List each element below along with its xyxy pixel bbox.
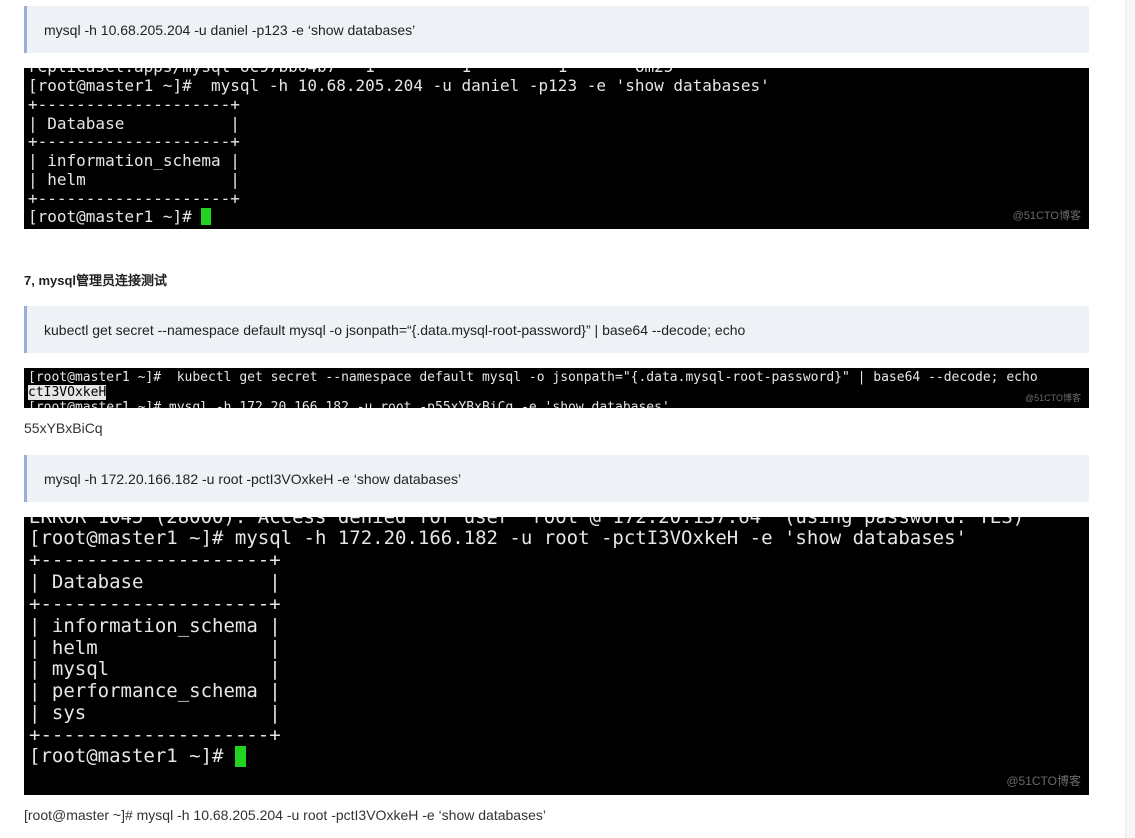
section-heading: 7, mysql管理员连接测试: [24, 273, 168, 288]
code-quote-daniel: mysql -h 10.68.205.204 -u daniel -p123 -…: [24, 6, 1089, 53]
terminal-line: | information_schema |: [29, 614, 281, 637]
terminal-line: | sys |: [29, 702, 281, 725]
terminal-prompt-line: [root@master1 ~]#: [28, 207, 212, 227]
terminal-screenshot-root: ERROR 1045 (28000): Access denied for us…: [24, 517, 1089, 795]
watermark: @51CTO博客: [1025, 393, 1081, 403]
terminal-line: +--------------------+: [28, 132, 240, 152]
terminal-output: [root@master1 ~]# mysql -h 172.20.166.18…: [29, 527, 967, 747]
terminal-line: | mysql |: [29, 658, 281, 681]
terminal-line: +--------------------+: [29, 724, 281, 747]
code-quote-root: mysql -h 172.20.166.182 -u root -pctI3VO…: [24, 455, 1089, 502]
watermark: @51CTO博客: [1012, 210, 1081, 222]
bottom-command-text: [root@master ~]# mysql -h 10.68.205.204 …: [24, 807, 546, 823]
terminal-line: +--------------------+: [28, 94, 240, 114]
terminal-prompt: [root@master1 ~]#: [28, 207, 202, 226]
terminal-prompt-line: [root@master1 ~]#: [29, 745, 246, 768]
terminal-line: +--------------------+: [29, 548, 281, 571]
terminal-output: [root@master1 ~]# mysql -h 10.68.205.204…: [28, 76, 770, 209]
terminal-output-line: ctI3VOxkeH: [28, 385, 107, 400]
terminal-command-line: [root@master1 ~]# kubectl get secret --n…: [28, 370, 1038, 385]
terminal-line: | performance_schema |: [29, 680, 281, 703]
terminal-screenshot-daniel: replicaset.apps/mysql-6c97bb64b7 1 1 1 6…: [24, 68, 1089, 229]
terminal-line: [root@master1 ~]# mysql -h 10.68.205.204…: [28, 76, 770, 95]
terminal-line: +--------------------+: [29, 592, 281, 615]
code-quote-kubectl: kubectl get secret --namespace default m…: [24, 306, 1089, 353]
quote-text: mysql -h 172.20.166.182 -u root -pctI3VO…: [44, 470, 462, 487]
password-text: 55xYBxBiCq: [24, 420, 103, 436]
terminal-line: | helm |: [28, 169, 240, 189]
quote-text: mysql -h 10.68.205.204 -u daniel -p123 -…: [44, 21, 416, 38]
terminal-line: +--------------------+: [28, 188, 240, 208]
terminal-screenshot-secret: [root@master1 ~]# kubectl get secret --n…: [24, 368, 1089, 408]
terminal-prompt: [root@master1 ~]#: [29, 745, 235, 767]
terminal-line: [root@master1 ~]# mysql -h 172.20.166.18…: [29, 527, 967, 549]
terminal-line: | Database |: [28, 113, 240, 133]
watermark: @51CTO博客: [1006, 774, 1081, 788]
terminal-line: | information_schema |: [28, 151, 240, 171]
terminal-line: | helm |: [29, 636, 281, 659]
terminal-cursor: [201, 208, 212, 225]
vertical-scrollbar[interactable]: [1125, 0, 1135, 838]
terminal-partial-line: [root@master1 ~]# mysql -h 172.20.166.18…: [28, 400, 670, 408]
selected-password: ctI3VOxkeH: [28, 385, 107, 400]
terminal-cursor: [234, 746, 246, 767]
terminal-line: | Database |: [29, 570, 281, 593]
quote-text: kubectl get secret --namespace default m…: [44, 321, 746, 338]
